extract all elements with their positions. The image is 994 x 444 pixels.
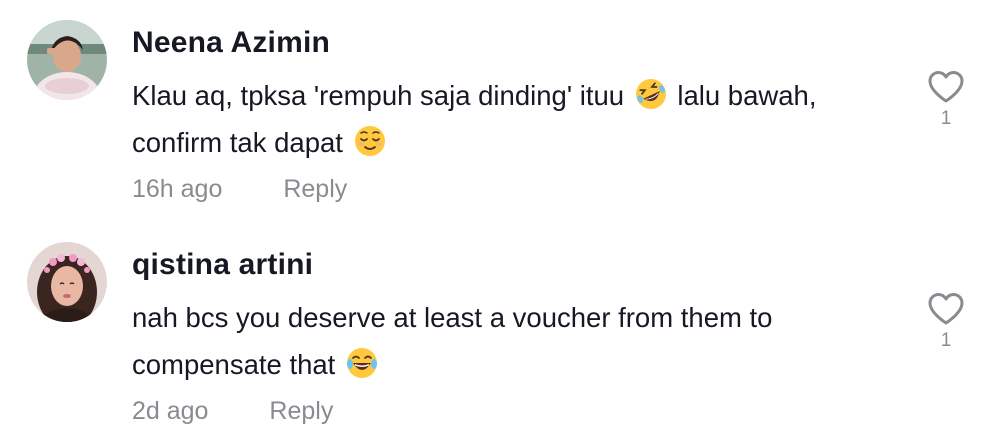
heart-icon[interactable] <box>924 292 968 326</box>
comment-text: nah bcs you deserve at least a voucher f… <box>132 294 852 388</box>
comment-timestamp: 2d ago <box>132 397 209 425</box>
comment-meta: 2d ago Reply <box>132 396 333 426</box>
rolling-on-floor-laughing-emoji <box>634 77 668 111</box>
like-count: 1 <box>940 330 952 351</box>
like-control: 1 <box>924 70 968 130</box>
comment-meta: 16h ago Reply <box>132 174 347 204</box>
comment-text: Klau aq, tpksa 'rempuh saja dinding' itu… <box>132 72 852 166</box>
comment-text-part: nah bcs you deserve at least a voucher f… <box>132 302 773 380</box>
avatar[interactable] <box>27 20 107 100</box>
heart-icon[interactable] <box>924 70 968 104</box>
like-count: 1 <box>940 108 952 129</box>
comment-timestamp: 16h ago <box>132 175 223 203</box>
like-control: 1 <box>924 292 968 352</box>
reply-button[interactable]: Reply <box>283 175 347 203</box>
comment-username[interactable]: qistina artini <box>132 248 313 282</box>
comment-text-part: Klau aq, tpksa 'rempuh saja dinding' itu… <box>132 80 632 111</box>
reply-button[interactable]: Reply <box>269 397 333 425</box>
avatar[interactable] <box>27 242 107 322</box>
comment-username[interactable]: Neena Azimin <box>132 26 330 60</box>
relieved-face-emoji <box>353 124 387 158</box>
face-with-tears-of-joy-emoji <box>345 346 379 380</box>
